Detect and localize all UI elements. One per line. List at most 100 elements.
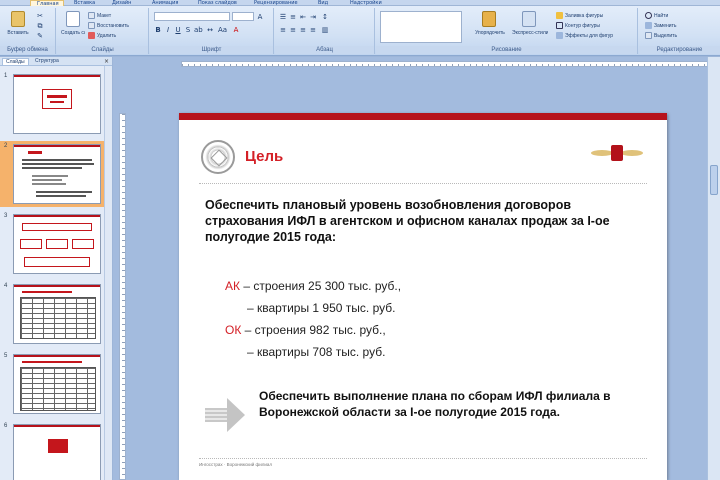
shape-outline-button[interactable]: Контур фигуры [556, 21, 600, 30]
shape-fill-button[interactable]: Заливка фигуры [556, 11, 603, 20]
plan-paragraph[interactable]: Обеспечить выполнение плана по сборам ИФ… [259, 388, 639, 420]
paste-button[interactable]: Вставить [6, 10, 30, 44]
italic-icon[interactable]: I [164, 26, 172, 34]
slide-thumbnail[interactable] [13, 214, 101, 274]
effects-icon [556, 32, 563, 39]
replace-button[interactable]: Заменить [645, 21, 676, 30]
company-emblem-icon [201, 140, 235, 174]
numbering-icon[interactable]: ≡ [289, 13, 297, 21]
shapes-gallery[interactable] [380, 11, 462, 43]
reset-icon [88, 22, 95, 29]
shadow-icon[interactable]: S [184, 26, 192, 34]
spacing-icon[interactable]: ↔ [206, 26, 214, 34]
layout-icon [88, 12, 95, 19]
slide-thumbnail-row[interactable]: 6 [0, 421, 112, 480]
close-icon[interactable]: × [104, 58, 109, 65]
reset-button[interactable]: Восстановить [88, 21, 129, 30]
horizontal-ruler [181, 61, 720, 67]
slide-canvas[interactable]: Цель Обеспечить плановый уровень возобно… [179, 113, 667, 480]
slide-footer: Ингосстрах · Воронежский филиал [199, 462, 273, 467]
bold-icon[interactable]: B [154, 26, 162, 34]
scrollbar-thumb[interactable] [710, 165, 718, 195]
slide-editor: Цель Обеспечить плановый уровень возобно… [113, 57, 720, 480]
outdent-icon[interactable]: ⇤ [299, 13, 307, 21]
format-painter-icon[interactable]: ✎ [36, 32, 44, 40]
quick-styles-icon [522, 11, 536, 27]
copy-icon[interactable]: ⧉ [36, 22, 44, 30]
slide-thumbnail-row[interactable]: 3 [0, 211, 112, 277]
slide-thumbnail-row[interactable]: 1 [0, 71, 112, 137]
align-right-icon[interactable]: ≡ [299, 26, 307, 34]
columns-icon[interactable]: ▥ [321, 26, 329, 34]
slide-title[interactable]: Цель [245, 148, 283, 165]
align-left-icon[interactable]: ≡ [279, 26, 287, 34]
group-label: Слайды [57, 46, 148, 54]
slide-thumbnail-row[interactable]: 2 [0, 141, 112, 207]
vertical-ruler [119, 113, 126, 480]
case-icon[interactable]: Aa [218, 26, 227, 34]
font-name-input[interactable] [154, 12, 230, 21]
clipboard-icon [11, 11, 25, 27]
plan-line[interactable]: – квартиры 708 тыс. руб. [247, 345, 385, 359]
bullets-icon[interactable]: ☰ [279, 13, 287, 21]
divider [199, 458, 647, 459]
line-spacing-icon[interactable]: ↕ [321, 13, 329, 21]
plan-line[interactable]: – квартиры 1 950 тыс. руб. [247, 301, 395, 315]
arrange-icon [482, 11, 496, 27]
ribbon: Вставить ✂ ⧉ ✎ Буфер обмена Создать слай… [0, 6, 720, 56]
slide-thumbnail[interactable] [13, 144, 101, 204]
slide-thumbnail[interactable] [13, 284, 101, 344]
panel-scrollbar[interactable] [104, 66, 112, 480]
select-icon [645, 32, 652, 39]
delete-icon [88, 32, 95, 39]
group-font: A B I U S ab ↔ Aa A Шрифт [150, 8, 274, 54]
grow-font-icon[interactable]: A [256, 13, 264, 21]
slide-thumbnail-row[interactable]: 4 [0, 281, 112, 347]
slide-thumbnail[interactable] [13, 354, 101, 414]
slide-top-bar [179, 113, 667, 120]
indent-icon[interactable]: ⇥ [309, 13, 317, 21]
plan-line[interactable]: АК – строения 25 300 тыс. руб., [225, 279, 401, 293]
new-slide-button[interactable]: Создать слайд [61, 10, 85, 44]
layout-button[interactable]: Макет [88, 11, 111, 20]
align-center-icon[interactable]: ≡ [289, 26, 297, 34]
group-label: Редактирование [639, 46, 720, 54]
tab-slides[interactable]: Слайды [2, 58, 29, 65]
slides-panel: Слайды Структура × 1 2 3 4 5 6 [0, 57, 112, 480]
font-color-icon[interactable]: A [232, 26, 240, 34]
slide-thumbnail-row[interactable]: 5 [0, 351, 112, 417]
strikethrough-icon[interactable]: ab [194, 26, 203, 34]
find-button[interactable]: Найти [645, 11, 668, 20]
divider [199, 183, 647, 184]
group-label: Шрифт [150, 46, 273, 54]
group-clipboard: Вставить ✂ ⧉ ✎ Буфер обмена [0, 8, 56, 54]
quick-styles-button[interactable]: Экспресс-стили [512, 10, 548, 44]
justify-icon[interactable]: ≡ [309, 26, 317, 34]
outline-icon [556, 22, 563, 29]
slide-thumbnail[interactable] [13, 424, 101, 480]
select-button[interactable]: Выделить [645, 31, 677, 40]
group-slides: Создать слайд Макет Восстановить Удалить… [57, 8, 149, 54]
plan-line[interactable]: ОК – строения 982 тыс. руб., [225, 323, 386, 337]
channel-label: АК [225, 279, 240, 293]
channel-label: ОК [225, 323, 242, 337]
fill-icon [556, 12, 563, 19]
font-size-input[interactable] [232, 12, 254, 21]
vertical-scrollbar[interactable] [707, 57, 720, 480]
delete-slide-button[interactable]: Удалить [88, 31, 116, 40]
shape-effects-button[interactable]: Эффекты для фигур [556, 31, 613, 40]
panel-tabs: Слайды Структура × [0, 57, 112, 66]
new-slide-icon [66, 11, 80, 27]
arrange-button[interactable]: Упорядочить [472, 10, 508, 44]
tab-outline[interactable]: Структура [32, 58, 62, 65]
group-paragraph: ☰ ≡ ⇤ ⇥ ↕ ≡ ≡ ≡ ≡ ▥ Абзац [275, 8, 375, 54]
group-editing: Найти Заменить Выделить Редактирование [639, 8, 720, 54]
cut-icon[interactable]: ✂ [36, 12, 44, 20]
group-label: Абзац [275, 46, 374, 54]
underline-icon[interactable]: U [174, 26, 182, 34]
slide-thumbnail[interactable] [13, 74, 101, 134]
goal-paragraph[interactable]: Обеспечить плановый уровень возобновлени… [205, 197, 645, 245]
replace-icon [645, 22, 652, 29]
group-drawing: Упорядочить Экспресс-стили Заливка фигур… [376, 8, 638, 54]
find-icon [645, 12, 652, 19]
